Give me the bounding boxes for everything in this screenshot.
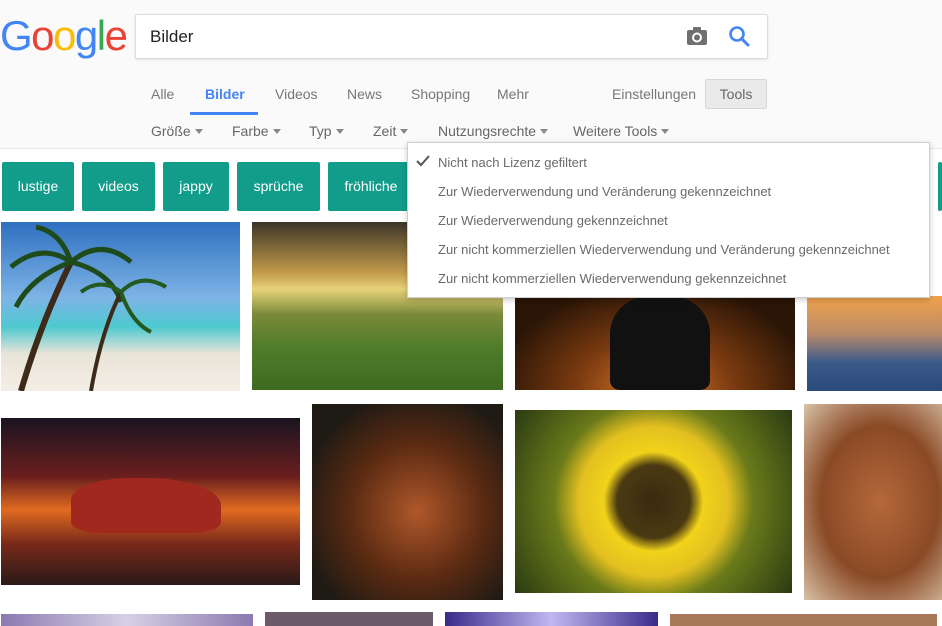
tab-news[interactable]: News (347, 86, 382, 102)
filter-type[interactable]: Typ (309, 123, 344, 139)
menu-item-noncommercial-reuse-modify[interactable]: Zur nicht kommerziellen Wiederverwendung… (438, 242, 890, 257)
search-icon[interactable] (728, 25, 750, 47)
image-result-puppy[interactable] (804, 404, 942, 600)
menu-item-reuse-modify[interactable]: Zur Wiederverwendung und Veränderung gek… (438, 184, 771, 199)
tools-button[interactable]: Tools (705, 79, 767, 109)
cat-silhouette (610, 296, 710, 390)
usage-rights-menu: Nicht nach Lizenz gefiltert Zur Wiederve… (407, 142, 930, 298)
related-chip-partial[interactable] (938, 162, 942, 211)
menu-item-not-filtered[interactable]: Nicht nach Lizenz gefiltert (438, 155, 587, 170)
image-result-sports-car[interactable] (1, 418, 300, 585)
settings-link[interactable]: Einstellungen (612, 86, 696, 102)
dropdown-caret-icon (540, 128, 549, 134)
filter-time[interactable]: Zeit (373, 123, 409, 139)
filter-label: Weitere Tools (573, 123, 658, 139)
filter-usage-rights[interactable]: Nutzungsrechte (438, 123, 549, 139)
logo-letter: e (104, 12, 128, 59)
image-result-winter-tree[interactable] (807, 296, 942, 391)
filter-color[interactable]: Farbe (232, 123, 281, 139)
logo-letter: o (53, 12, 76, 59)
tab-shopping[interactable]: Shopping (411, 86, 470, 102)
image-result-fox[interactable] (312, 404, 503, 600)
dropdown-caret-icon (194, 128, 203, 134)
image-result-black-cat[interactable] (515, 296, 795, 390)
related-chip[interactable]: videos (82, 162, 155, 211)
image-result-partial[interactable] (670, 614, 937, 626)
image-result-partial[interactable] (445, 612, 658, 626)
active-tab-indicator (190, 112, 258, 115)
dropdown-caret-icon (400, 128, 409, 134)
dropdown-caret-icon (335, 128, 344, 134)
filter-label: Typ (309, 123, 332, 139)
tab-alle[interactable]: Alle (151, 86, 174, 102)
filter-size[interactable]: Größe (151, 123, 203, 139)
logo-letter: G (0, 12, 33, 59)
image-result-beach[interactable] (1, 222, 240, 391)
search-input[interactable] (150, 15, 670, 58)
logo-letter: g (74, 12, 98, 59)
camera-icon[interactable] (686, 26, 708, 46)
filter-label: Farbe (232, 123, 269, 139)
related-chip[interactable]: jappy (163, 162, 229, 211)
palm-tree-graphic (9, 224, 168, 391)
google-logo[interactable]: Google (0, 12, 128, 60)
menu-item-noncommercial-reuse[interactable]: Zur nicht kommerziellen Wiederverwendung… (438, 271, 786, 286)
related-chip[interactable]: fröhliche (328, 162, 414, 211)
filter-more-tools[interactable]: Weitere Tools (573, 123, 670, 139)
tab-mehr[interactable]: Mehr (497, 86, 529, 102)
image-result-partial[interactable] (1, 614, 253, 626)
checkmark-icon (416, 155, 430, 167)
tab-bilder[interactable]: Bilder (205, 86, 245, 102)
related-chip[interactable]: lustige (2, 162, 74, 211)
filter-label: Zeit (373, 123, 397, 139)
filter-label: Nutzungsrechte (438, 123, 537, 139)
image-result-partial[interactable] (265, 612, 433, 626)
dropdown-caret-icon (272, 128, 281, 134)
search-box (135, 14, 768, 59)
filter-label: Größe (151, 123, 191, 139)
menu-item-reuse[interactable]: Zur Wiederverwendung gekennzeichnet (438, 213, 668, 228)
related-chip[interactable]: sprüche (237, 162, 320, 211)
tab-videos[interactable]: Videos (275, 86, 318, 102)
image-result-sunflower[interactable] (515, 410, 792, 593)
logo-letter: o (31, 12, 54, 59)
logo-letter: l (96, 12, 106, 59)
dropdown-caret-icon (661, 128, 670, 134)
car-shape (71, 478, 221, 533)
